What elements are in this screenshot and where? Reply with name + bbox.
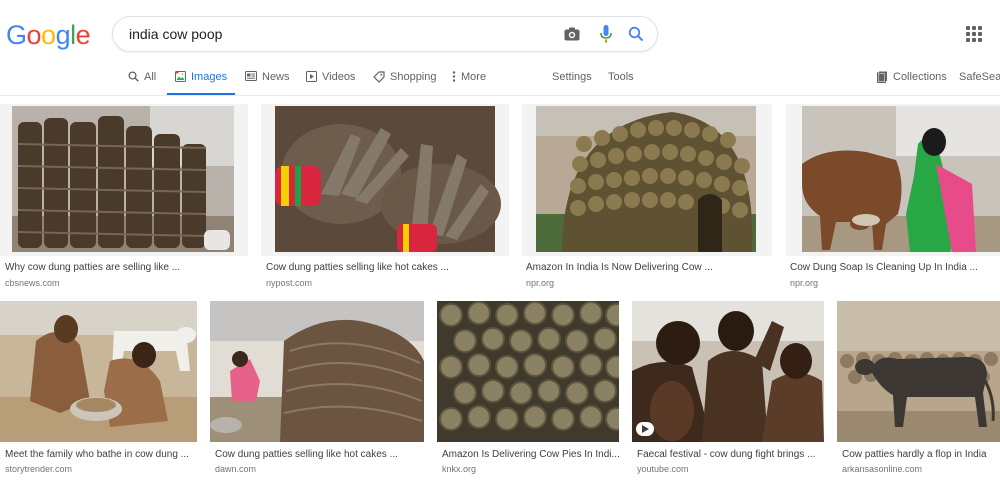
tab-label: More (461, 71, 487, 83)
tab-settings[interactable]: Settings (552, 66, 592, 96)
result-source[interactable]: arkansasonline.com (842, 464, 922, 474)
result-caption[interactable]: Faecal festival - cow dung fight brings … (637, 449, 827, 460)
tab-images[interactable]: Images (167, 66, 235, 96)
result-source[interactable]: youtube.com (637, 464, 689, 474)
tag-icon (373, 71, 385, 83)
tab-label: Tools (608, 71, 634, 83)
apps-grid-icon[interactable] (966, 26, 982, 42)
tab-tools[interactable]: Tools (608, 66, 634, 96)
result-source[interactable]: nypost.com (266, 278, 312, 288)
result-thumbnail[interactable] (0, 104, 248, 256)
tab-label: Images (191, 71, 228, 83)
image-icon (175, 71, 186, 82)
image-result[interactable]: Cow dung patties selling like hot cakes … (261, 104, 509, 288)
collections-link[interactable]: Collections (877, 66, 947, 96)
tab-label: Collections (893, 71, 947, 83)
result-thumbnail[interactable] (632, 301, 824, 442)
image-result[interactable]: Amazon In India Is Now Delivering Cow ..… (522, 104, 772, 288)
video-play-badge[interactable] (636, 422, 654, 436)
result-caption[interactable]: Amazon Is Delivering Cow Pies In Indi... (442, 449, 622, 460)
news-icon (245, 71, 257, 81)
result-caption[interactable]: Why cow dung patties are selling like ..… (5, 262, 245, 273)
image-result[interactable]: Cow patties hardly a flop in India arkan… (837, 301, 1000, 481)
video-icon (306, 71, 317, 82)
tab-shopping[interactable]: Shopping (373, 66, 437, 96)
result-caption[interactable]: Meet the family who bathe in cow dung ..… (5, 449, 199, 460)
tab-label: Settings (552, 71, 592, 83)
tab-label: All (144, 71, 157, 83)
result-source[interactable]: npr.org (790, 278, 818, 288)
result-caption[interactable]: Cow patties hardly a flop in India (842, 449, 1000, 460)
result-source[interactable]: npr.org (526, 278, 554, 288)
camera-icon[interactable] (561, 24, 583, 44)
tab-news[interactable]: News (245, 66, 290, 96)
more-vertical-icon (452, 71, 456, 82)
tab-label: Shopping (390, 71, 437, 83)
tab-label: Videos (322, 71, 356, 83)
result-source[interactable]: dawn.com (215, 464, 256, 474)
logo-letter: e (75, 20, 91, 50)
tab-label: News (262, 71, 290, 83)
result-thumbnail[interactable] (837, 301, 1000, 442)
search-box (112, 16, 658, 52)
result-thumbnail[interactable] (522, 104, 772, 256)
microphone-icon[interactable] (595, 24, 617, 44)
result-caption[interactable]: Amazon In India Is Now Delivering Cow ..… (526, 262, 766, 273)
safesearch-link[interactable]: SafeSear (959, 66, 1000, 96)
bookmark-icon (877, 71, 888, 83)
result-thumbnail[interactable] (0, 301, 197, 442)
search-icon (128, 71, 139, 82)
result-thumbnail[interactable] (261, 104, 509, 256)
result-caption[interactable]: Cow Dung Soap Is Cleaning Up In India ..… (790, 262, 998, 273)
image-result[interactable]: Why cow dung patties are selling like ..… (0, 104, 248, 288)
result-thumbnail[interactable] (210, 301, 424, 442)
tabs-divider (0, 95, 1000, 96)
tab-all[interactable]: All (128, 66, 156, 96)
logo-letter: G (6, 20, 27, 50)
result-source[interactable]: cbsnews.com (5, 278, 60, 288)
search-tabs: All Images News Videos Shopping More Set… (0, 66, 1000, 96)
tab-label: SafeSear (959, 71, 1000, 83)
logo-letter: g (55, 20, 71, 50)
logo-letter: o (41, 20, 56, 50)
image-result[interactable]: Faecal festival - cow dung fight brings … (632, 301, 830, 481)
image-result[interactable]: Cow dung patties selling like hot cakes … (210, 301, 428, 481)
google-logo[interactable]: Google (6, 20, 91, 51)
result-thumbnail[interactable] (786, 104, 1000, 256)
tab-more[interactable]: More (452, 66, 486, 96)
search-input[interactable] (129, 17, 549, 51)
result-caption[interactable]: Cow dung patties selling like hot cakes … (266, 262, 506, 273)
result-source[interactable]: storytrender.com (5, 464, 72, 474)
image-result[interactable]: Cow Dung Soap Is Cleaning Up In India ..… (786, 104, 1000, 288)
search-icon[interactable] (625, 24, 647, 44)
image-result[interactable]: Amazon Is Delivering Cow Pies In Indi...… (437, 301, 623, 481)
logo-letter: o (26, 20, 42, 50)
result-caption[interactable]: Cow dung patties selling like hot cakes … (215, 449, 427, 460)
result-source[interactable]: knkx.org (442, 464, 476, 474)
image-result[interactable]: Meet the family who bathe in cow dung ..… (0, 301, 200, 481)
result-thumbnail[interactable] (437, 301, 619, 442)
tab-videos[interactable]: Videos (306, 66, 355, 96)
